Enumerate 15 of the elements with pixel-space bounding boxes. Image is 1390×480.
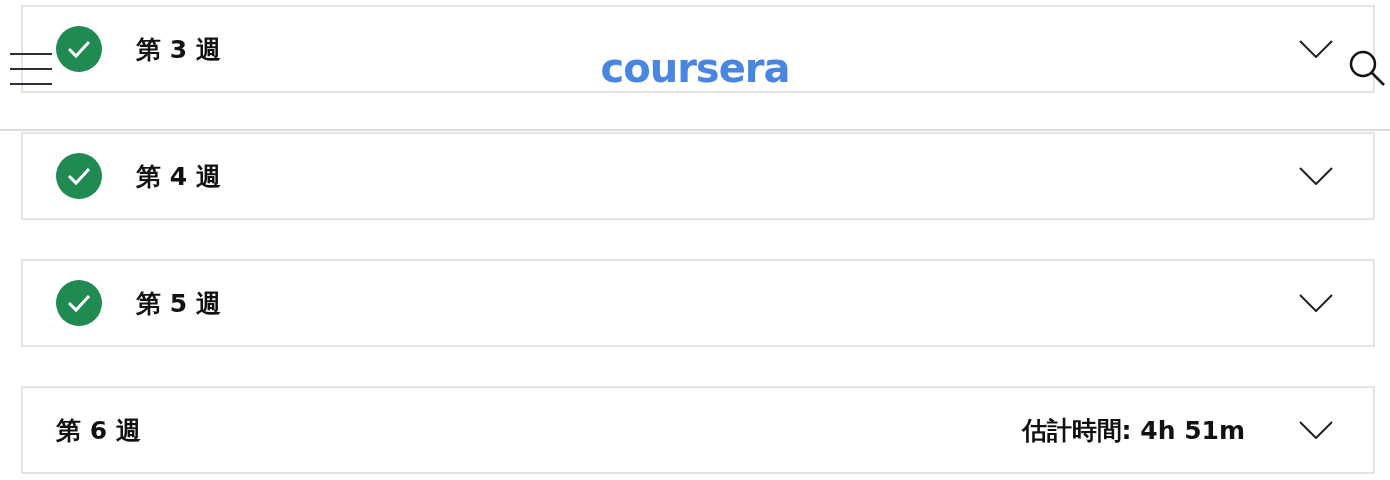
week-title: 第 5 週 xyxy=(136,287,221,320)
menu-icon[interactable] xyxy=(10,52,52,86)
chevron-icon[interactable] xyxy=(1299,294,1333,312)
week-title: 第 4 週 xyxy=(136,160,221,193)
chevron-icon[interactable] xyxy=(1299,40,1333,58)
week-card[interactable]: 第 6 週 估計時間: 4h 51m xyxy=(21,386,1375,474)
estimated-time: 估計時間: 4h 51m xyxy=(1021,414,1245,447)
week-card[interactable]: 第 4 週 xyxy=(21,132,1375,220)
chevron-icon[interactable] xyxy=(1299,421,1333,439)
week-title: 第 3 週 xyxy=(136,33,221,66)
search-icon[interactable] xyxy=(1349,50,1385,86)
logo[interactable]: coursera xyxy=(600,44,790,92)
week-card[interactable]: 第 5 週 xyxy=(21,259,1375,347)
week-title: 第 6 週 xyxy=(56,414,141,447)
chevron-icon[interactable] xyxy=(1299,167,1333,185)
